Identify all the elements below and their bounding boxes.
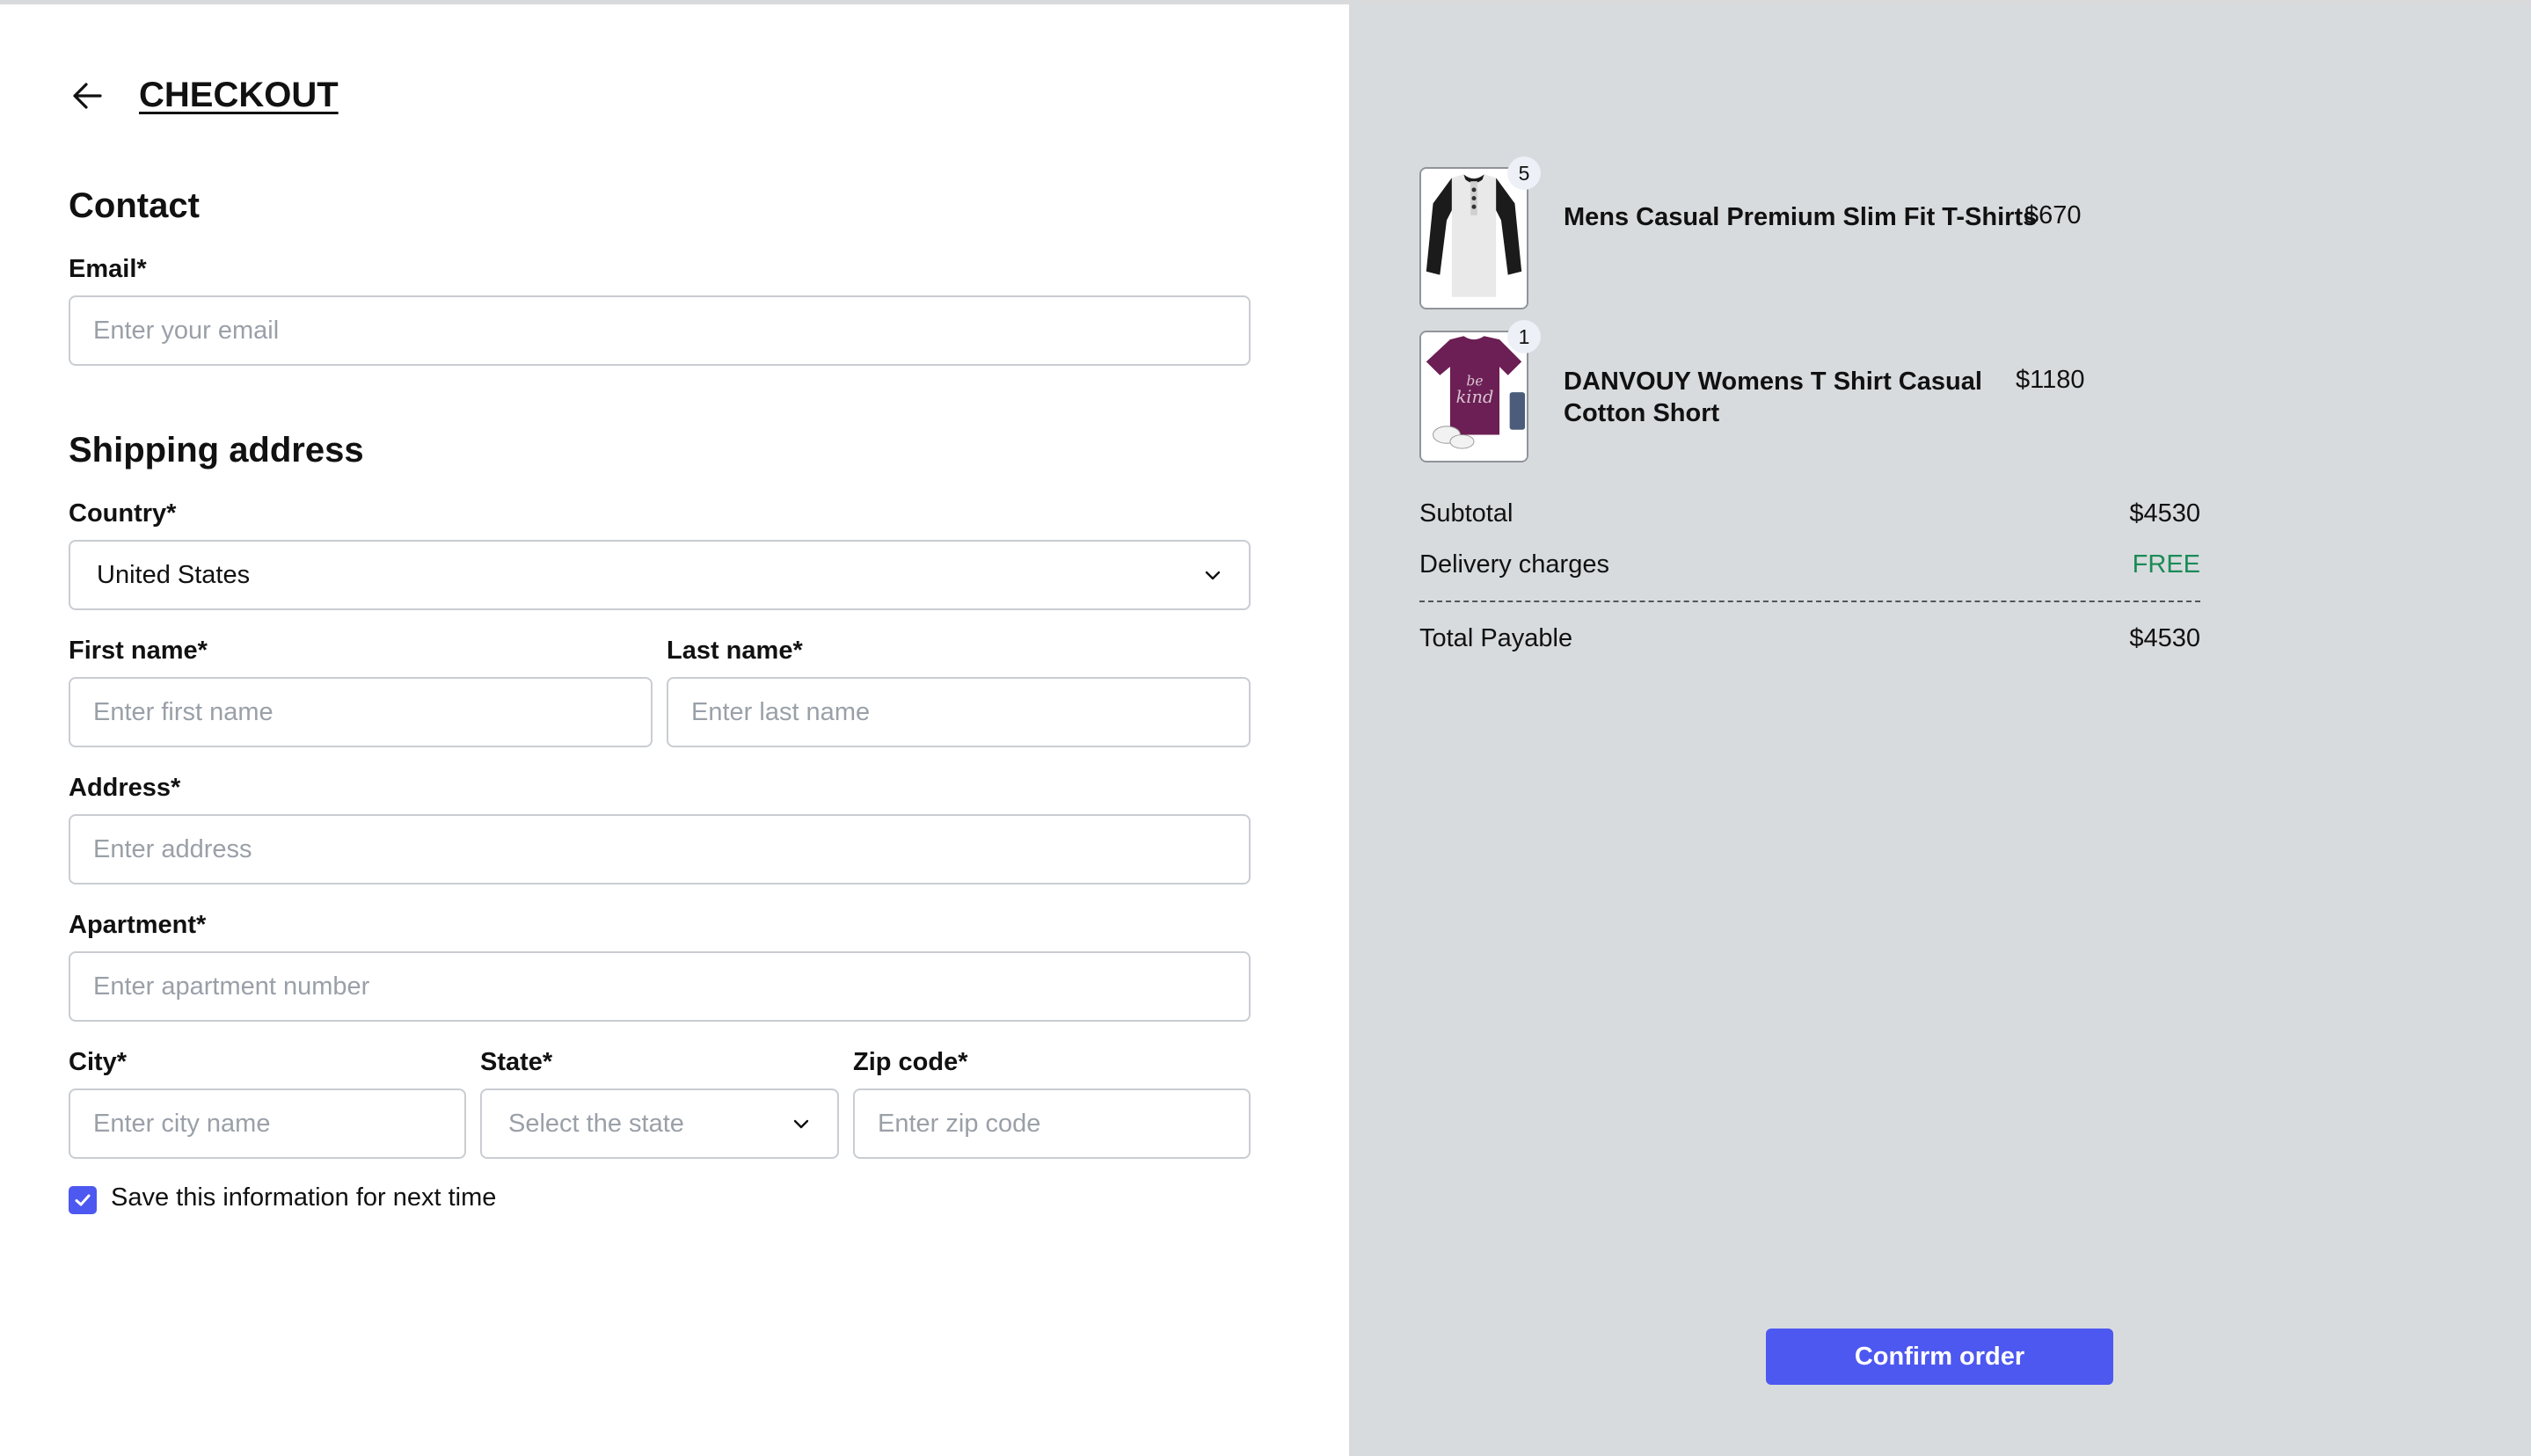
total-value: $4530 bbox=[2129, 624, 2200, 652]
summary-divider bbox=[1419, 601, 2200, 602]
state-placeholder: Select the state bbox=[508, 1109, 684, 1138]
address-field[interactable] bbox=[93, 834, 1226, 864]
tshirt-raglan-icon bbox=[1421, 169, 1527, 308]
city-label: City* bbox=[69, 1048, 128, 1076]
quantity-badge: 5 bbox=[1507, 157, 1541, 190]
apartment-field[interactable] bbox=[93, 972, 1226, 1001]
item-price: $1180 bbox=[2016, 366, 2085, 394]
state-select[interactable]: Select the state bbox=[480, 1088, 839, 1159]
contact-heading: Contact bbox=[69, 186, 200, 225]
check-icon bbox=[75, 1194, 91, 1206]
page-title: CHECKOUT bbox=[139, 76, 339, 114]
zip-field[interactable] bbox=[878, 1109, 1226, 1139]
country-value: United States bbox=[97, 560, 251, 589]
delivery-value: FREE bbox=[2132, 550, 2200, 579]
checkout-header: CHECKOUT bbox=[69, 76, 339, 115]
zip-label: Zip code* bbox=[853, 1048, 968, 1076]
email-field-wrapper bbox=[69, 295, 1251, 366]
tshirt-purple-icon: be kind bbox=[1421, 332, 1527, 461]
product-thumbnail-womens-tee: be kind bbox=[1419, 331, 1528, 462]
apartment-label: Apartment* bbox=[69, 911, 207, 939]
email-field[interactable] bbox=[93, 316, 1226, 346]
chevron-down-icon bbox=[1201, 564, 1224, 586]
state-label: State* bbox=[480, 1048, 553, 1076]
item-name-line-2: Cotton Short bbox=[1564, 399, 1720, 427]
last-name-field-wrapper bbox=[667, 677, 1251, 747]
first-name-field-wrapper bbox=[69, 677, 653, 747]
save-info-checkbox[interactable] bbox=[69, 1186, 97, 1214]
country-select[interactable]: United States bbox=[69, 540, 1251, 610]
city-field[interactable] bbox=[93, 1109, 441, 1139]
last-name-field[interactable] bbox=[691, 697, 1226, 727]
last-name-label: Last name* bbox=[667, 637, 803, 665]
svg-text:kind: kind bbox=[1456, 387, 1494, 407]
item-price: $670 bbox=[2024, 201, 2082, 229]
apartment-field-wrapper bbox=[69, 951, 1251, 1022]
item-name: Mens Casual Premium Slim Fit T-Shirts bbox=[1564, 203, 2038, 231]
shipping-heading: Shipping address bbox=[69, 431, 364, 470]
delivery-label: Delivery charges bbox=[1419, 550, 1609, 579]
address-field-wrapper bbox=[69, 814, 1251, 885]
country-label: Country* bbox=[69, 499, 177, 528]
product-thumbnail-henley bbox=[1419, 167, 1528, 309]
address-label: Address* bbox=[69, 774, 181, 802]
first-name-label: First name* bbox=[69, 637, 208, 665]
zip-field-wrapper bbox=[853, 1088, 1251, 1159]
subtotal-row: Subtotal $4530 bbox=[1419, 499, 2200, 528]
item-name-line-1: DANVOUY Womens T Shirt Casual bbox=[1564, 368, 1982, 396]
subtotal-value: $4530 bbox=[2129, 499, 2200, 528]
subtotal-label: Subtotal bbox=[1419, 499, 1513, 528]
confirm-order-button[interactable]: Confirm order bbox=[1766, 1329, 2113, 1385]
delivery-row: Delivery charges FREE bbox=[1419, 550, 2200, 579]
arrow-left-icon[interactable] bbox=[69, 76, 107, 115]
quantity-badge: 1 bbox=[1507, 320, 1541, 353]
first-name-field[interactable] bbox=[93, 697, 628, 727]
city-field-wrapper bbox=[69, 1088, 466, 1159]
email-label: Email* bbox=[69, 255, 147, 283]
total-row: Total Payable $4530 bbox=[1419, 624, 2200, 653]
save-info-label[interactable]: Save this information for next time bbox=[111, 1183, 496, 1212]
chevron-down-icon bbox=[790, 1112, 813, 1135]
total-label: Total Payable bbox=[1419, 624, 1573, 652]
